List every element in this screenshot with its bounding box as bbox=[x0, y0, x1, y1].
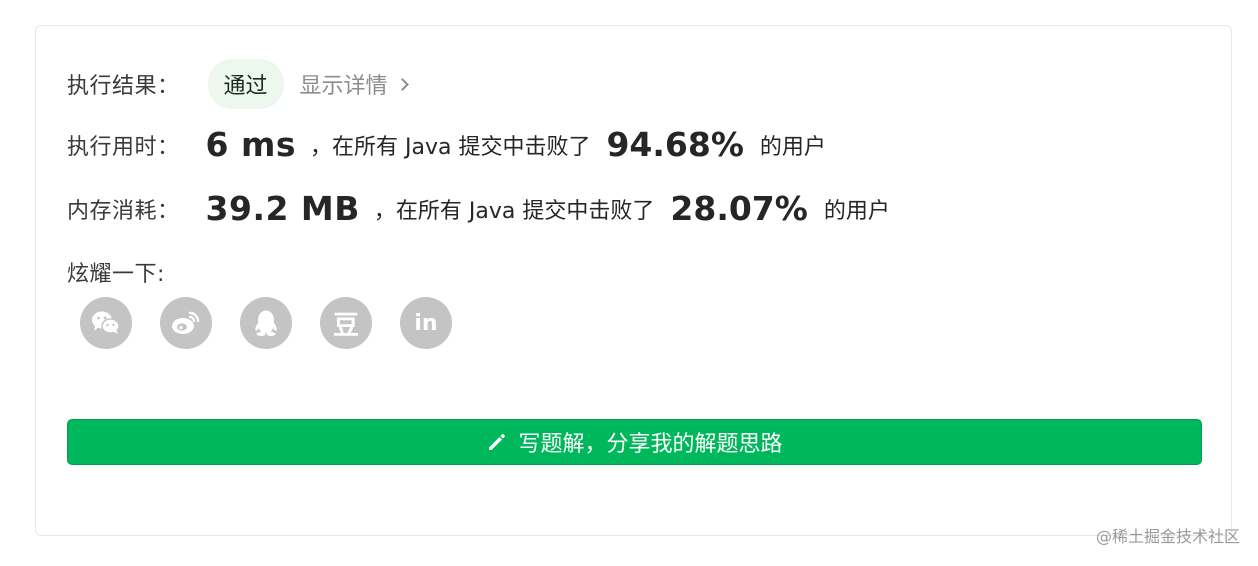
write-solution-button[interactable]: 写题解，分享我的解题思路 bbox=[67, 419, 1202, 465]
share-icons: 豆 in bbox=[80, 297, 452, 349]
memory-label: 内存消耗： bbox=[67, 198, 180, 224]
douban-icon[interactable]: 豆 bbox=[320, 297, 372, 349]
memory-suffix: 的用户 bbox=[823, 198, 890, 224]
runtime-middle-text: ，在所有 Java 提交中击败了 bbox=[310, 134, 591, 160]
qq-icon[interactable] bbox=[240, 297, 292, 349]
pencil-icon bbox=[486, 431, 508, 453]
submission-result-card: 执行结果： 通过 显示详情 执行用时： 6 ms ，在所有 Java 提交中击败… bbox=[35, 25, 1232, 536]
wechat-icon[interactable] bbox=[80, 297, 132, 349]
show-details-label: 显示详情 bbox=[299, 74, 388, 99]
memory-percent: 28.07% bbox=[670, 189, 808, 228]
runtime-value: 6 ms bbox=[205, 125, 296, 164]
douban-glyph: 豆 bbox=[332, 310, 359, 341]
linkedin-glyph: in bbox=[414, 310, 438, 336]
weibo-icon[interactable] bbox=[160, 297, 212, 349]
result-label: 执行结果： bbox=[67, 74, 180, 99]
watermark: @稀土掘金技术社区 bbox=[1095, 527, 1240, 546]
runtime-row: 执行用时： 6 ms ，在所有 Java 提交中击败了 94.68% 的用户 bbox=[67, 125, 826, 164]
runtime-suffix: 的用户 bbox=[759, 134, 826, 160]
show-details-link[interactable]: 显示详情 bbox=[299, 68, 409, 100]
linkedin-icon[interactable]: in bbox=[400, 297, 452, 349]
memory-middle-text: ，在所有 Java 提交中击败了 bbox=[373, 198, 655, 224]
chevron-right-icon bbox=[395, 77, 409, 91]
share-label: 炫耀一下: bbox=[67, 262, 165, 287]
runtime-percent: 94.68% bbox=[606, 125, 744, 164]
runtime-label: 执行用时： bbox=[67, 134, 180, 160]
memory-value: 39.2 MB bbox=[205, 189, 360, 228]
share-row: 炫耀一下: bbox=[67, 256, 165, 288]
result-row: 执行结果： 通过 显示详情 bbox=[67, 59, 409, 109]
write-solution-label: 写题解，分享我的解题思路 bbox=[518, 432, 783, 457]
status-badge: 通过 bbox=[207, 59, 284, 109]
memory-row: 内存消耗： 39.2 MB ，在所有 Java 提交中击败了 28.07% 的用… bbox=[67, 189, 890, 228]
